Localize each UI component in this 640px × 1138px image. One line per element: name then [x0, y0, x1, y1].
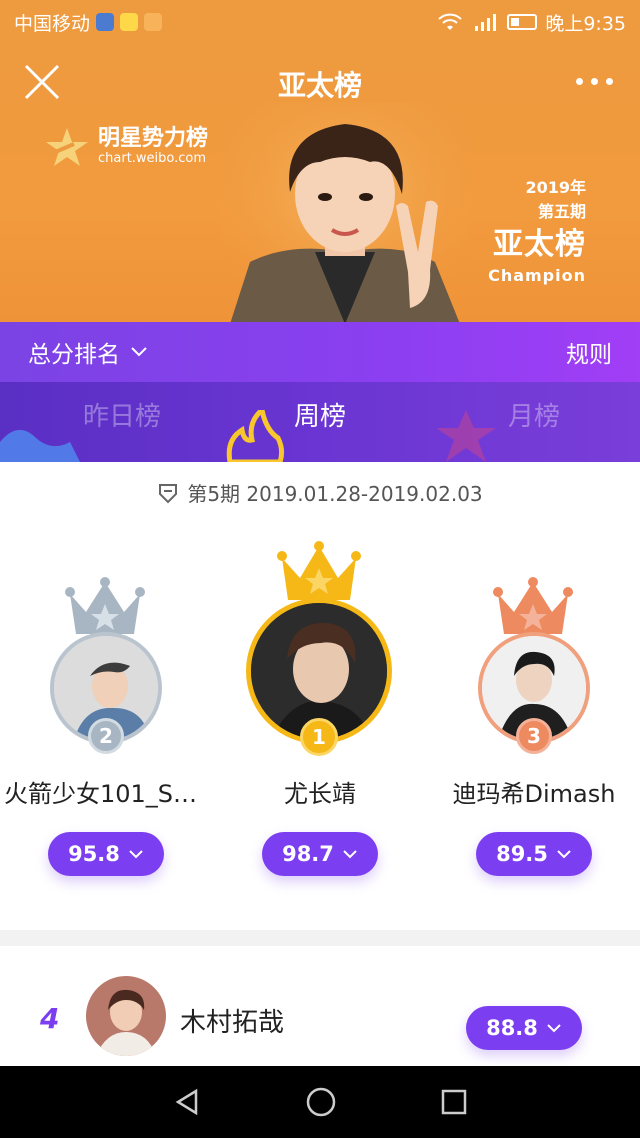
sort-dropdown[interactable]: 总分排名 [28, 335, 148, 369]
rank-badge: 2 [88, 718, 124, 754]
score-value: 95.8 [68, 842, 120, 866]
score-value: 98.7 [282, 842, 334, 866]
header-banner: 亚太榜 明星势力榜 chart.weibo.com 2019年 第五期 亚太榜 … [0, 44, 640, 322]
system-nav-bar [0, 1066, 640, 1138]
logo-url: chart.weibo.com [98, 151, 207, 166]
status-bar: 中国移动 晚上9:35 [0, 0, 640, 44]
sort-label: 总分排名 [28, 342, 120, 368]
avatar [86, 976, 166, 1056]
section-divider [0, 930, 640, 946]
notification-app-icon [144, 13, 163, 31]
period-text: 第5期 2019.01.28-2019.02.03 [187, 482, 483, 506]
more-options-button[interactable] [570, 66, 618, 96]
score-dropdown[interactable]: 88.8 [466, 1006, 582, 1050]
chevron-down-icon [547, 1024, 561, 1033]
rank-badge: 3 [516, 718, 552, 754]
row-name: 木村拓哉 [180, 1008, 285, 1038]
home-icon[interactable] [305, 1086, 337, 1118]
podium-name: 迪玛希Dimash [452, 780, 616, 808]
champion-issue: 第五期 [537, 202, 586, 221]
star-logo-icon [45, 128, 88, 166]
rank-badge: 1 [300, 718, 338, 756]
avatar-photo [86, 976, 166, 1056]
carrier-label: 中国移动 [14, 12, 91, 35]
clock: 晚上9:35 [545, 12, 626, 35]
podium-name: 尤长靖 [284, 780, 356, 808]
chat-app-icon [120, 13, 139, 31]
recents-icon[interactable] [440, 1088, 468, 1116]
logo-title: 明星势力榜 [98, 126, 209, 151]
chevron-down-icon [131, 347, 147, 357]
tab-month[interactable]: 月榜 [464, 396, 604, 433]
badge-icon [159, 483, 178, 503]
champion-photo [220, 102, 470, 322]
shield-app-icon [96, 13, 115, 31]
gold-crown-icon [277, 541, 361, 600]
list-item[interactable]: 4 木村拓哉 88.8 [0, 946, 640, 1066]
champion-board: 亚太榜 [493, 227, 586, 262]
podium-name: 火箭少女101_S… [4, 780, 198, 808]
score-dropdown[interactable]: 89.5 [476, 832, 592, 876]
champion-label: 2019年 第五期 亚太榜 Champion [488, 176, 586, 286]
chevron-down-icon [343, 850, 357, 859]
score-dropdown[interactable]: 95.8 [48, 832, 164, 876]
score-value: 88.8 [486, 1016, 538, 1040]
rules-link[interactable]: 规则 [566, 335, 612, 369]
brand-logo: 明星势力榜 chart.weibo.com [44, 126, 208, 168]
sort-bar: 总分排名 规则 [0, 322, 640, 382]
back-icon[interactable] [172, 1087, 202, 1117]
champion-en: Champion [488, 266, 586, 285]
more-dot [575, 77, 583, 85]
silver-crown-icon [65, 577, 145, 634]
chevron-down-icon [557, 850, 571, 859]
more-dot [605, 77, 613, 85]
champion-year: 2019年 [525, 178, 586, 197]
tab-week[interactable]: 周榜 [250, 396, 390, 433]
wifi-icon [438, 13, 463, 30]
score-value: 89.5 [496, 842, 548, 866]
battery-icon [507, 14, 538, 30]
period-tabs: 昨日榜 周榜 月榜 [0, 382, 640, 462]
tab-yesterday[interactable]: 昨日榜 [52, 396, 192, 433]
signal-icon [475, 14, 497, 31]
more-dot [590, 77, 598, 85]
page-title: 亚太榜 [277, 69, 362, 102]
row-rank: 4 [40, 1002, 60, 1035]
period-label: 第5期 2019.01.28-2019.02.03 [0, 478, 640, 507]
bronze-crown-icon [493, 577, 573, 634]
chevron-down-icon [129, 850, 143, 859]
score-dropdown[interactable]: 98.7 [262, 832, 378, 876]
